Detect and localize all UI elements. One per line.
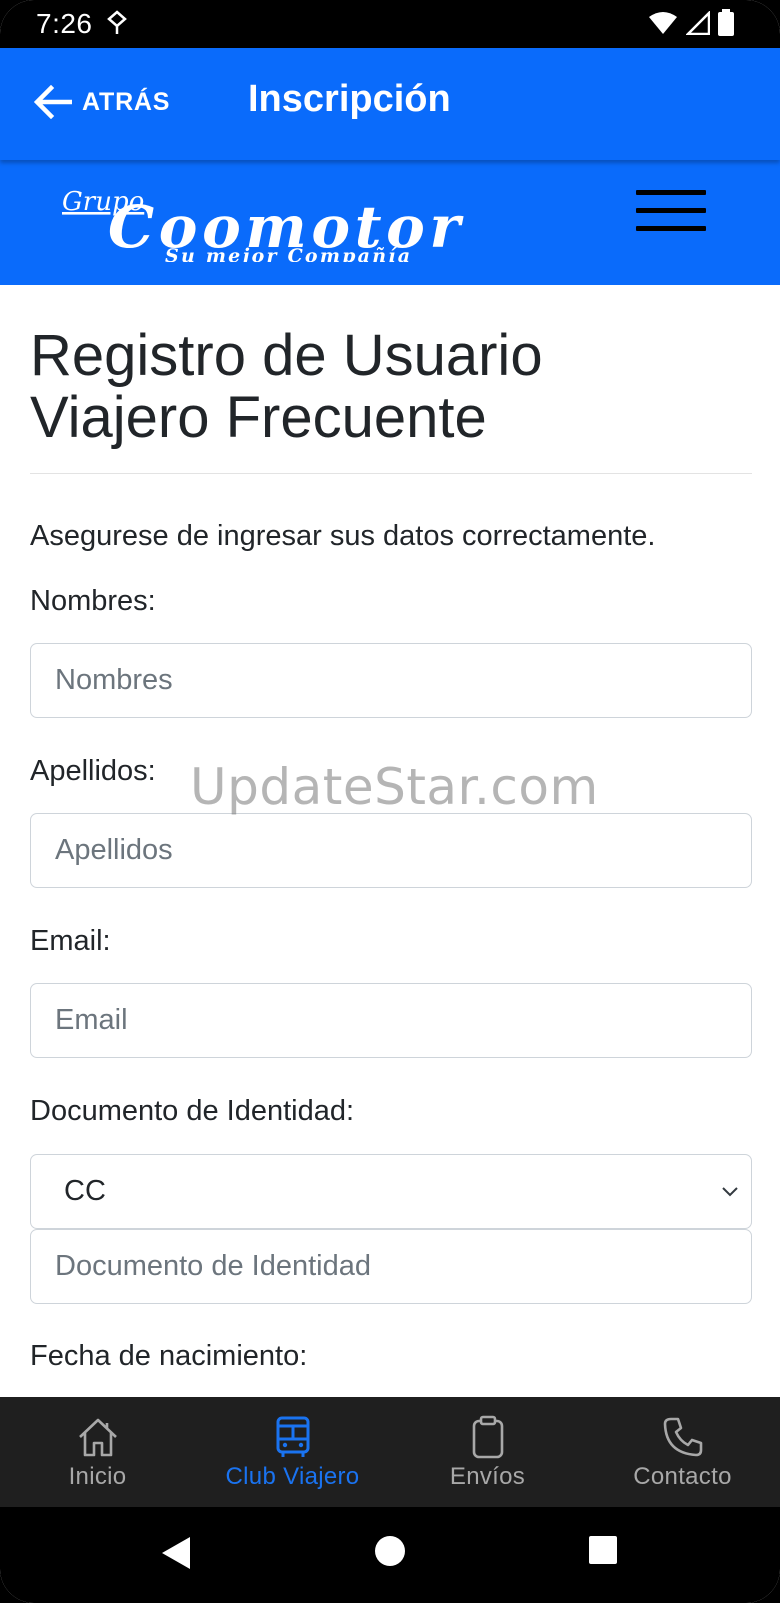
- fecha-nacimiento-label: Fecha de nacimiento:: [30, 1340, 308, 1372]
- tab-inicio[interactable]: Inicio: [0, 1397, 195, 1507]
- signal-icon: [686, 10, 710, 35]
- wifi-icon: [649, 11, 677, 34]
- tab-label: Inicio: [68, 1463, 127, 1490]
- tab-label: Envíos: [449, 1463, 526, 1490]
- apellidos-input[interactable]: [30, 813, 752, 888]
- document-type-select[interactable]: CC: [30, 1154, 752, 1229]
- status-bar: 7:26: [0, 0, 780, 48]
- arrow-left-icon: [34, 85, 72, 119]
- menu-line-icon: [636, 190, 706, 195]
- nombres-input[interactable]: [30, 643, 752, 718]
- intro-text: Asegurese de ingresar sus datos correcta…: [30, 520, 656, 552]
- brand-bar: Grupo Coomotor Su mejor Compañía: [0, 160, 780, 285]
- tab-label: Club Viajero: [225, 1463, 360, 1490]
- tab-label: Contacto: [633, 1463, 732, 1490]
- location-sharing-icon: [107, 10, 127, 34]
- chevron-down-icon: [722, 1187, 738, 1197]
- email-label: Email:: [30, 925, 111, 957]
- nombres-label: Nombres:: [30, 585, 156, 617]
- system-navigation-bar: [0, 1507, 780, 1603]
- back-triangle-icon[interactable]: [160, 1535, 192, 1571]
- page-title-line: Viajero Frecuente: [30, 385, 487, 450]
- status-icons: [648, 9, 734, 36]
- app-header: ATRÁS Inscripción: [0, 48, 780, 160]
- watermark: UpdateStar.com: [190, 758, 599, 816]
- page-header-title: Inscripción: [248, 78, 451, 120]
- recents-square-icon[interactable]: [588, 1535, 618, 1565]
- title-divider: [30, 473, 752, 474]
- email-input[interactable]: [30, 983, 752, 1058]
- bus-icon: [276, 1416, 309, 1457]
- back-label: ATRÁS: [82, 87, 171, 116]
- tab-club-viajero[interactable]: Club Viajero: [195, 1397, 390, 1507]
- logo-text-main: Coomotor: [108, 193, 464, 261]
- home-icon: [78, 1418, 117, 1457]
- tab-envios[interactable]: Envíos: [390, 1397, 585, 1507]
- document-type-value: CC: [64, 1175, 106, 1207]
- registration-form: Registro de Usuario Viajero Frecuente As…: [0, 285, 780, 1397]
- phone-icon: [663, 1417, 702, 1457]
- battery-icon: [718, 9, 734, 36]
- logo-tagline: Su mejor Compañía: [165, 245, 410, 262]
- back-button[interactable]: ATRÁS: [34, 80, 170, 124]
- home-circle-icon[interactable]: [374, 1535, 406, 1567]
- clipboard-icon: [472, 1415, 503, 1459]
- coomotor-logo: Grupo Coomotor Su mejor Compañía: [62, 187, 464, 262]
- documento-label: Documento de Identidad:: [30, 1095, 355, 1127]
- hamburger-menu-button[interactable]: [634, 190, 706, 250]
- documento-input[interactable]: [30, 1229, 752, 1304]
- bottom-tab-bar: Inicio Club Viajero Envíos Contacto: [0, 1397, 780, 1507]
- tab-contacto[interactable]: Contacto: [585, 1397, 780, 1507]
- status-time: 7:26: [36, 8, 93, 39]
- page-title-line: Registro de Usuario: [30, 323, 543, 388]
- menu-line-icon: [636, 226, 706, 231]
- menu-line-icon: [636, 208, 706, 213]
- phone-screen: 7:26 ATRÁS Inscripción Grupo Coomotor Su…: [0, 0, 780, 1603]
- apellidos-label: Apellidos:: [30, 755, 156, 787]
- page-title: Registro de Usuario Viajero Frecuente: [30, 325, 750, 449]
